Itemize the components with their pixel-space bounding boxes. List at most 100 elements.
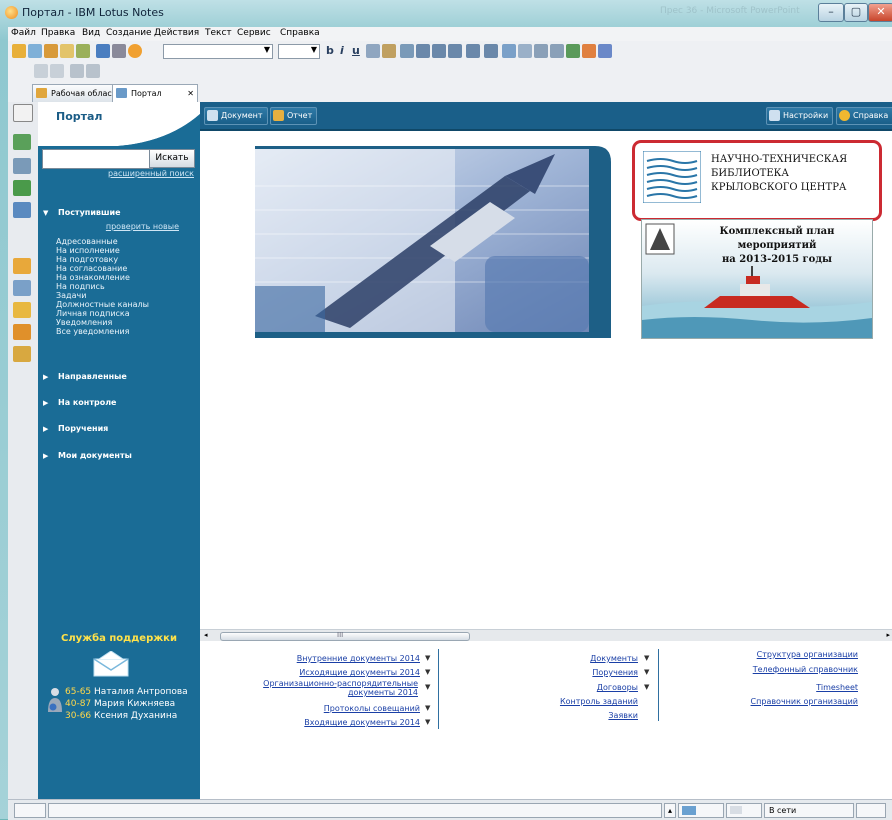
inbox-item[interactable]: На ознакомление <box>56 273 130 282</box>
menu-view[interactable]: Вид <box>82 28 100 38</box>
bookmark-home-icon[interactable] <box>13 104 33 122</box>
report-button[interactable]: Отчет <box>270 107 318 125</box>
folder-icon[interactable] <box>60 44 74 58</box>
footer-link[interactable]: Timesheet <box>816 683 858 692</box>
maximize-button[interactable]: ▢ <box>844 3 868 22</box>
preview-icon[interactable] <box>128 44 142 58</box>
footer-link[interactable]: Организационно-распорядительные документ… <box>228 679 418 697</box>
footer-link[interactable]: Контроль заданий <box>560 697 638 706</box>
search-button[interactable]: Искать <box>149 149 195 168</box>
menu-tools[interactable]: Сервис <box>237 28 271 38</box>
inbox-item[interactable]: На согласование <box>56 264 127 273</box>
footer-link[interactable]: Исходящие документы 2014 <box>299 668 420 677</box>
outdent-icon[interactable] <box>484 44 498 58</box>
footer-link[interactable]: Заявки <box>608 711 638 720</box>
dropdown-arrow-icon[interactable]: ▼ <box>644 683 649 691</box>
applications-icon[interactable] <box>13 324 31 340</box>
section-incoming[interactable]: Поступившие <box>58 208 121 217</box>
network-status[interactable]: В сети <box>764 803 854 818</box>
footer-link[interactable]: Протоколы совещаний <box>324 704 420 713</box>
menu-text[interactable]: Текст <box>205 28 232 38</box>
inbox-item[interactable]: На подпись <box>56 282 105 291</box>
spellcheck-icon[interactable] <box>502 44 516 58</box>
tab-close-icon[interactable]: ✕ <box>187 85 194 102</box>
menu-edit[interactable]: Правка <box>41 28 75 38</box>
document-button[interactable]: Документ <box>204 107 268 125</box>
underline-button[interactable]: u <box>352 44 360 57</box>
align-icon[interactable] <box>416 44 430 58</box>
bold-button[interactable]: b <box>326 44 334 57</box>
inbox-item[interactable]: Адресованные <box>56 237 118 246</box>
table-icon[interactable] <box>518 44 532 58</box>
save-icon[interactable] <box>96 44 110 58</box>
dropdown-arrow-icon[interactable]: ▼ <box>425 704 430 712</box>
minimize-button[interactable]: – <box>818 3 844 22</box>
paste-icon[interactable] <box>44 44 58 58</box>
replicator-icon[interactable] <box>13 202 31 218</box>
footer-link[interactable]: Структура организации <box>757 650 858 659</box>
tab-portal[interactable]: Портал ✕ <box>112 84 198 102</box>
style-combo[interactable]: ▼ <box>163 44 273 59</box>
dropdown-arrow-icon[interactable]: ▼ <box>644 668 649 676</box>
attach-icon[interactable] <box>550 44 564 58</box>
advanced-search-link[interactable]: расширенный поиск <box>38 169 194 178</box>
link-icon[interactable] <box>534 44 548 58</box>
collapsed-arrow-icon[interactable]: ▶ <box>43 373 48 381</box>
inbox-item[interactable]: На подготовку <box>56 255 118 264</box>
home-icon[interactable] <box>70 64 84 78</box>
section-my-documents[interactable]: Мои документы <box>58 451 132 460</box>
dropdown-arrow-icon[interactable]: ▼ <box>425 718 430 726</box>
settings-button[interactable]: Настройки <box>766 107 834 125</box>
scroll-thumb[interactable]: III <box>220 631 470 641</box>
pen-banner-image[interactable] <box>255 146 611 338</box>
inbox-item[interactable]: Все уведомления <box>56 327 129 336</box>
calendar-icon[interactable] <box>13 134 31 150</box>
footer-link[interactable]: Телефонный справочник <box>753 665 858 674</box>
forward-icon[interactable] <box>50 64 64 78</box>
highlight-icon[interactable] <box>366 44 380 58</box>
refresh-icon[interactable] <box>86 64 100 78</box>
footer-link[interactable]: Входящие документы 2014 <box>304 718 420 727</box>
flag-icon[interactable] <box>582 44 596 58</box>
back-icon[interactable] <box>34 64 48 78</box>
footer-link[interactable]: Документы <box>590 654 638 663</box>
dropdown-arrow-icon[interactable]: ▼ <box>425 654 430 662</box>
footer-link[interactable]: Поручения <box>592 668 638 677</box>
check-icon[interactable] <box>566 44 580 58</box>
inbox-item[interactable]: На исполнение <box>56 246 120 255</box>
dropdown-arrow-icon[interactable]: ▼ <box>425 683 430 691</box>
dropdown-arrow-icon[interactable]: ▼ <box>425 668 430 676</box>
contacts-icon[interactable] <box>13 158 31 174</box>
text-color-icon[interactable] <box>382 44 396 58</box>
collapsed-arrow-icon[interactable]: ▶ <box>43 399 48 407</box>
tools-icon[interactable] <box>598 44 612 58</box>
status-arrow-icon[interactable]: ▴ <box>664 803 676 818</box>
footer-link[interactable]: Договоры <box>597 683 638 692</box>
mail-indicator[interactable] <box>726 803 762 818</box>
scroll-left-icon[interactable]: ◂ <box>204 631 208 639</box>
close-button[interactable]: ✕ <box>868 3 892 22</box>
expanded-arrow-icon[interactable]: ▼ <box>43 209 48 217</box>
print-icon[interactable] <box>112 44 126 58</box>
collapsed-arrow-icon[interactable]: ▶ <box>43 425 48 433</box>
section-on-control[interactable]: На контроле <box>58 398 116 407</box>
check-new-link[interactable]: проверить новые <box>38 222 179 231</box>
inbox-item[interactable]: Должностные каналы <box>56 300 149 309</box>
collapsed-arrow-icon[interactable]: ▶ <box>43 452 48 460</box>
menu-actions[interactable]: Действия <box>154 28 199 38</box>
paragraph-icon[interactable] <box>400 44 414 58</box>
todo-icon[interactable] <box>13 180 31 196</box>
envelope-icon[interactable] <box>93 651 129 677</box>
bullets-icon[interactable] <box>432 44 446 58</box>
scroll-right-icon[interactable]: ▸ <box>886 631 890 639</box>
dropdown-arrow-icon[interactable]: ▼ <box>644 654 649 662</box>
open-icon[interactable] <box>76 44 90 58</box>
databases-icon[interactable] <box>13 280 31 296</box>
status-menu-button[interactable] <box>856 803 886 818</box>
section-sent[interactable]: Направленные <box>58 372 127 381</box>
bookmark-folder-icon[interactable] <box>13 258 31 274</box>
more-bookmarks-icon[interactable] <box>13 346 31 362</box>
font-size-combo[interactable]: ▼ <box>278 44 320 59</box>
search-input[interactable] <box>42 149 153 169</box>
section-assignments[interactable]: Поручения <box>58 424 108 433</box>
